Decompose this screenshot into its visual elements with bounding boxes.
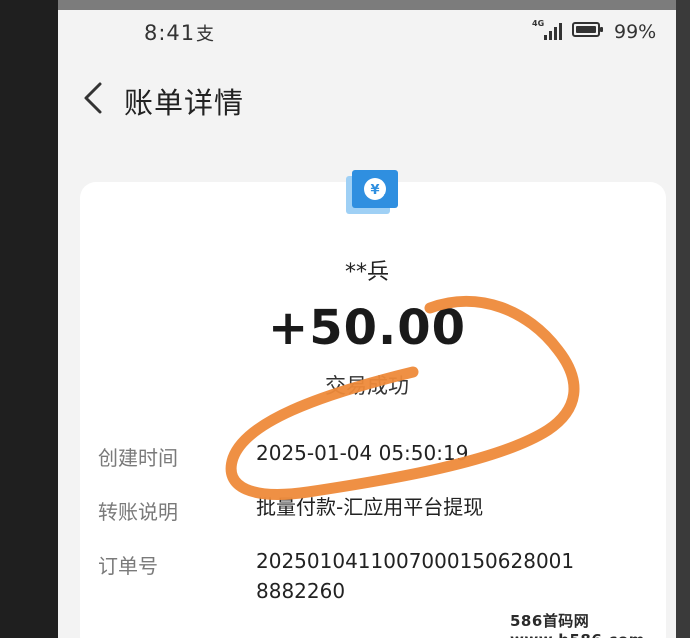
created-time-value: 2025-01-04 05:50:19 bbox=[256, 441, 469, 465]
transaction-amount: +50.00 bbox=[267, 300, 467, 356]
nav-bar: 账单详情 bbox=[58, 68, 676, 128]
created-time-label: 创建时间 bbox=[98, 446, 178, 470]
signal-icon bbox=[544, 22, 564, 40]
battery-icon bbox=[572, 22, 603, 37]
transaction-status: 交易成功 bbox=[325, 374, 409, 398]
photo-top-edge bbox=[0, 0, 690, 10]
phone-screen: 8:41 支 4G 99% 账单详情 ¥ **兵 +50.00 交易成功 创建时… bbox=[58, 10, 676, 638]
status-time: 8:41 bbox=[144, 21, 196, 45]
svg-text:¥: ¥ bbox=[370, 183, 379, 198]
battery-fill bbox=[576, 26, 596, 33]
order-number-label: 订单号 bbox=[98, 554, 158, 578]
watermark: 586首码网 www.h586.com bbox=[510, 612, 644, 638]
page-title: 账单详情 bbox=[124, 86, 245, 120]
battery-percent: 99% bbox=[614, 21, 657, 43]
payer-name: **兵 bbox=[344, 260, 389, 285]
status-bar: 8:41 支 4G 99% bbox=[58, 10, 676, 54]
order-number-value: 20250104110070001506280018882260 bbox=[256, 549, 575, 603]
back-button[interactable] bbox=[80, 80, 108, 116]
transfer-note-label: 转账说明 bbox=[98, 500, 178, 524]
photo-right-edge bbox=[676, 0, 690, 638]
transfer-note-value: 批量付款-汇应用平台提现 bbox=[256, 495, 484, 519]
photo-left-edge bbox=[0, 0, 58, 638]
network-type: 4G bbox=[532, 19, 545, 28]
transfer-icon: ¥ bbox=[344, 168, 400, 220]
chevron-left-icon bbox=[84, 82, 102, 114]
alipay-status-icon: 支 bbox=[196, 24, 214, 45]
